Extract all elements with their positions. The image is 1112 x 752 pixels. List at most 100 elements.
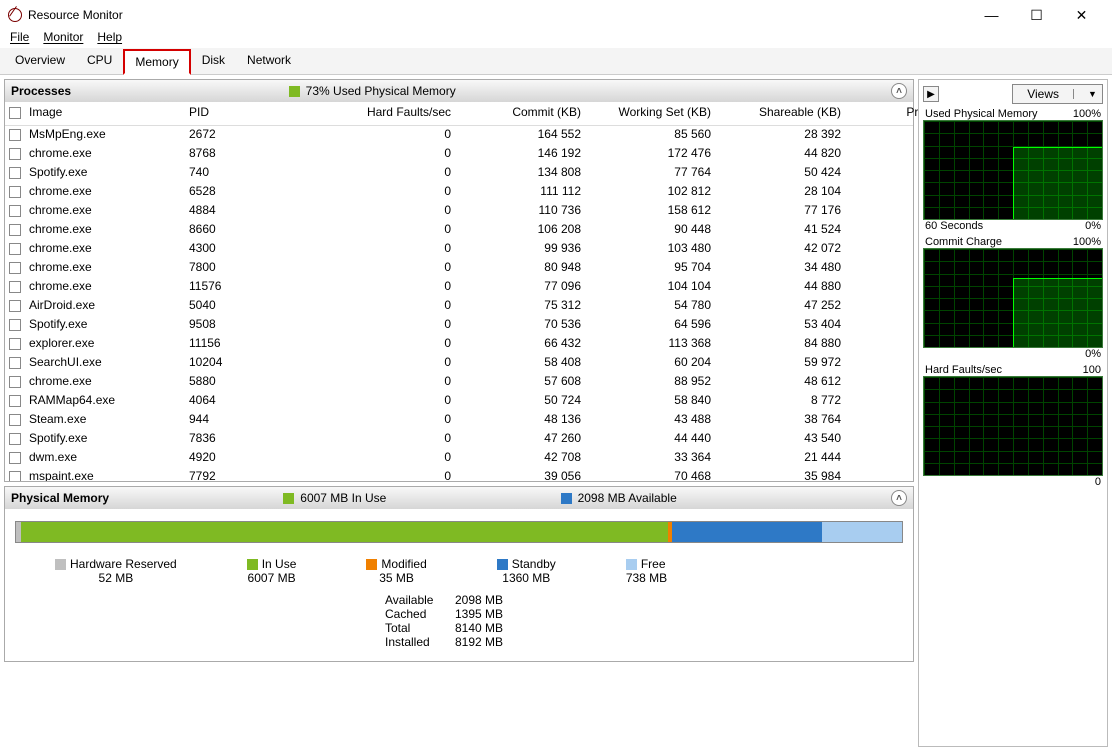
row-checkbox[interactable] [9, 414, 21, 426]
cell-pr: 232 [845, 354, 913, 373]
cell-pr: 127 656 [845, 145, 913, 164]
legend-standby-label: Standby [512, 557, 556, 571]
cell-sh: 8 772 [715, 392, 845, 411]
cell-pid: 11156 [185, 335, 255, 354]
row-checkbox[interactable] [9, 129, 21, 141]
menu-help[interactable]: Help [97, 30, 122, 44]
table-row[interactable]: MsMpEng.exe 2672 0 164 552 85 560 28 392… [5, 126, 913, 145]
app-title: Resource Monitor [28, 8, 123, 22]
col-hardfaults[interactable]: Hard Faults/sec [255, 102, 455, 125]
menu-file[interactable]: File [10, 30, 29, 44]
available-label: 2098 MB Available [578, 491, 677, 505]
collapse-processes-icon[interactable]: ˄ [891, 83, 907, 99]
physical-header[interactable]: Physical Memory 6007 MB In Use 2098 MB A… [5, 487, 913, 509]
views-button[interactable]: Views▼ [1012, 84, 1103, 104]
cell-pid: 7792 [185, 468, 255, 481]
cell-image: mspaint.exe [25, 468, 185, 481]
table-row[interactable]: Steam.exe 944 0 48 136 43 488 38 764 4 7… [5, 411, 913, 430]
table-row[interactable]: Spotify.exe 740 0 134 808 77 764 50 424 … [5, 164, 913, 183]
menu-monitor[interactable]: Monitor [43, 30, 83, 44]
cell-commit: 164 552 [455, 126, 585, 145]
legend-free-label: Free [641, 557, 666, 571]
table-row[interactable]: RAMMap64.exe 4064 0 50 724 58 840 8 772 … [5, 392, 913, 411]
cell-sh: 38 764 [715, 411, 845, 430]
row-checkbox[interactable] [9, 471, 21, 481]
row-checkbox[interactable] [9, 452, 21, 464]
cell-sh: 34 480 [715, 259, 845, 278]
sidebar-toggle-icon[interactable]: ▶ [923, 86, 939, 102]
row-checkbox[interactable] [9, 148, 21, 160]
cell-image: explorer.exe [25, 335, 185, 354]
table-row[interactable]: Spotify.exe 7836 0 47 260 44 440 43 540 … [5, 430, 913, 449]
minimize-button[interactable]: — [969, 1, 1014, 29]
cell-pr: 11 920 [845, 449, 913, 468]
tab-overview[interactable]: Overview [4, 48, 76, 74]
cell-ws: 172 476 [585, 145, 715, 164]
table-row[interactable]: chrome.exe 5880 0 57 608 88 952 48 612 4… [5, 373, 913, 392]
row-checkbox[interactable] [9, 262, 21, 274]
menubar: File Monitor Help [0, 30, 1112, 48]
table-row[interactable]: mspaint.exe 7792 0 39 056 70 468 35 984 … [5, 468, 913, 481]
modified-color-icon [366, 559, 377, 570]
table-row[interactable]: chrome.exe 6528 0 111 112 102 812 28 104… [5, 183, 913, 202]
cell-image: chrome.exe [25, 221, 185, 240]
processes-header[interactable]: Processes 73% Used Physical Memory ˄ [5, 80, 913, 102]
cell-hf: 0 [255, 335, 455, 354]
col-image[interactable]: Image [25, 102, 185, 125]
tab-memory[interactable]: Memory [123, 49, 190, 75]
legend-free: Free738 MB [626, 557, 667, 585]
row-checkbox[interactable] [9, 376, 21, 388]
table-row[interactable]: SearchUI.exe 10204 0 58 408 60 204 59 97… [5, 354, 913, 373]
collapse-physical-icon[interactable]: ˄ [891, 490, 907, 506]
chart-2-tr: 100 [1083, 364, 1101, 376]
row-checkbox[interactable] [9, 395, 21, 407]
row-checkbox[interactable] [9, 433, 21, 445]
row-checkbox[interactable] [9, 281, 21, 293]
row-checkbox[interactable] [9, 205, 21, 217]
table-row[interactable]: AirDroid.exe 5040 0 75 312 54 780 47 252… [5, 297, 913, 316]
select-all-checkbox[interactable] [9, 107, 21, 119]
processes-body[interactable]: MsMpEng.exe 2672 0 164 552 85 560 28 392… [5, 126, 913, 481]
cell-hf: 0 [255, 449, 455, 468]
row-checkbox[interactable] [9, 224, 21, 236]
table-row[interactable]: chrome.exe 8660 0 106 208 90 448 41 524 … [5, 221, 913, 240]
cell-commit: 57 608 [455, 373, 585, 392]
table-row[interactable]: chrome.exe 4300 0 99 936 103 480 42 072 … [5, 240, 913, 259]
cell-ws: 85 560 [585, 126, 715, 145]
cell-pid: 8768 [185, 145, 255, 164]
cell-pr: 48 924 [845, 221, 913, 240]
cell-pr: 7 528 [845, 297, 913, 316]
col-pid[interactable]: PID [185, 102, 255, 125]
cell-image: dwm.exe [25, 449, 185, 468]
close-button[interactable]: ✕ [1059, 1, 1104, 29]
row-checkbox[interactable] [9, 338, 21, 350]
tab-cpu[interactable]: CPU [76, 48, 123, 74]
col-commit[interactable]: Commit (KB) [455, 102, 585, 125]
table-row[interactable]: chrome.exe 11576 0 77 096 104 104 44 880… [5, 278, 913, 297]
col-working[interactable]: Working Set (KB) [585, 102, 715, 125]
cell-ws: 33 364 [585, 449, 715, 468]
stat-total-l: Total [385, 621, 455, 635]
cell-ws: 88 952 [585, 373, 715, 392]
table-row[interactable]: chrome.exe 7800 0 80 948 95 704 34 480 6… [5, 259, 913, 278]
cell-sh: 43 540 [715, 430, 845, 449]
cell-pr: 27 340 [845, 164, 913, 183]
row-checkbox[interactable] [9, 167, 21, 179]
maximize-button[interactable]: ☐ [1014, 1, 1059, 29]
cell-image: chrome.exe [25, 240, 185, 259]
row-checkbox[interactable] [9, 300, 21, 312]
tab-disk[interactable]: Disk [191, 48, 236, 74]
tab-network[interactable]: Network [236, 48, 302, 74]
table-row[interactable]: explorer.exe 11156 0 66 432 113 368 84 8… [5, 335, 913, 354]
row-checkbox[interactable] [9, 319, 21, 331]
table-row[interactable]: dwm.exe 4920 0 42 708 33 364 21 444 11 9… [5, 449, 913, 468]
col-shareable[interactable]: Shareable (KB) [715, 102, 845, 125]
row-checkbox[interactable] [9, 186, 21, 198]
table-row[interactable]: Spotify.exe 9508 0 70 536 64 596 53 404 … [5, 316, 913, 335]
chevron-down-icon[interactable]: ▼ [1073, 89, 1102, 99]
row-checkbox[interactable] [9, 243, 21, 255]
cell-pr: 28 488 [845, 335, 913, 354]
table-row[interactable]: chrome.exe 4884 0 110 736 158 612 77 176… [5, 202, 913, 221]
table-row[interactable]: chrome.exe 8768 0 146 192 172 476 44 820… [5, 145, 913, 164]
row-checkbox[interactable] [9, 357, 21, 369]
